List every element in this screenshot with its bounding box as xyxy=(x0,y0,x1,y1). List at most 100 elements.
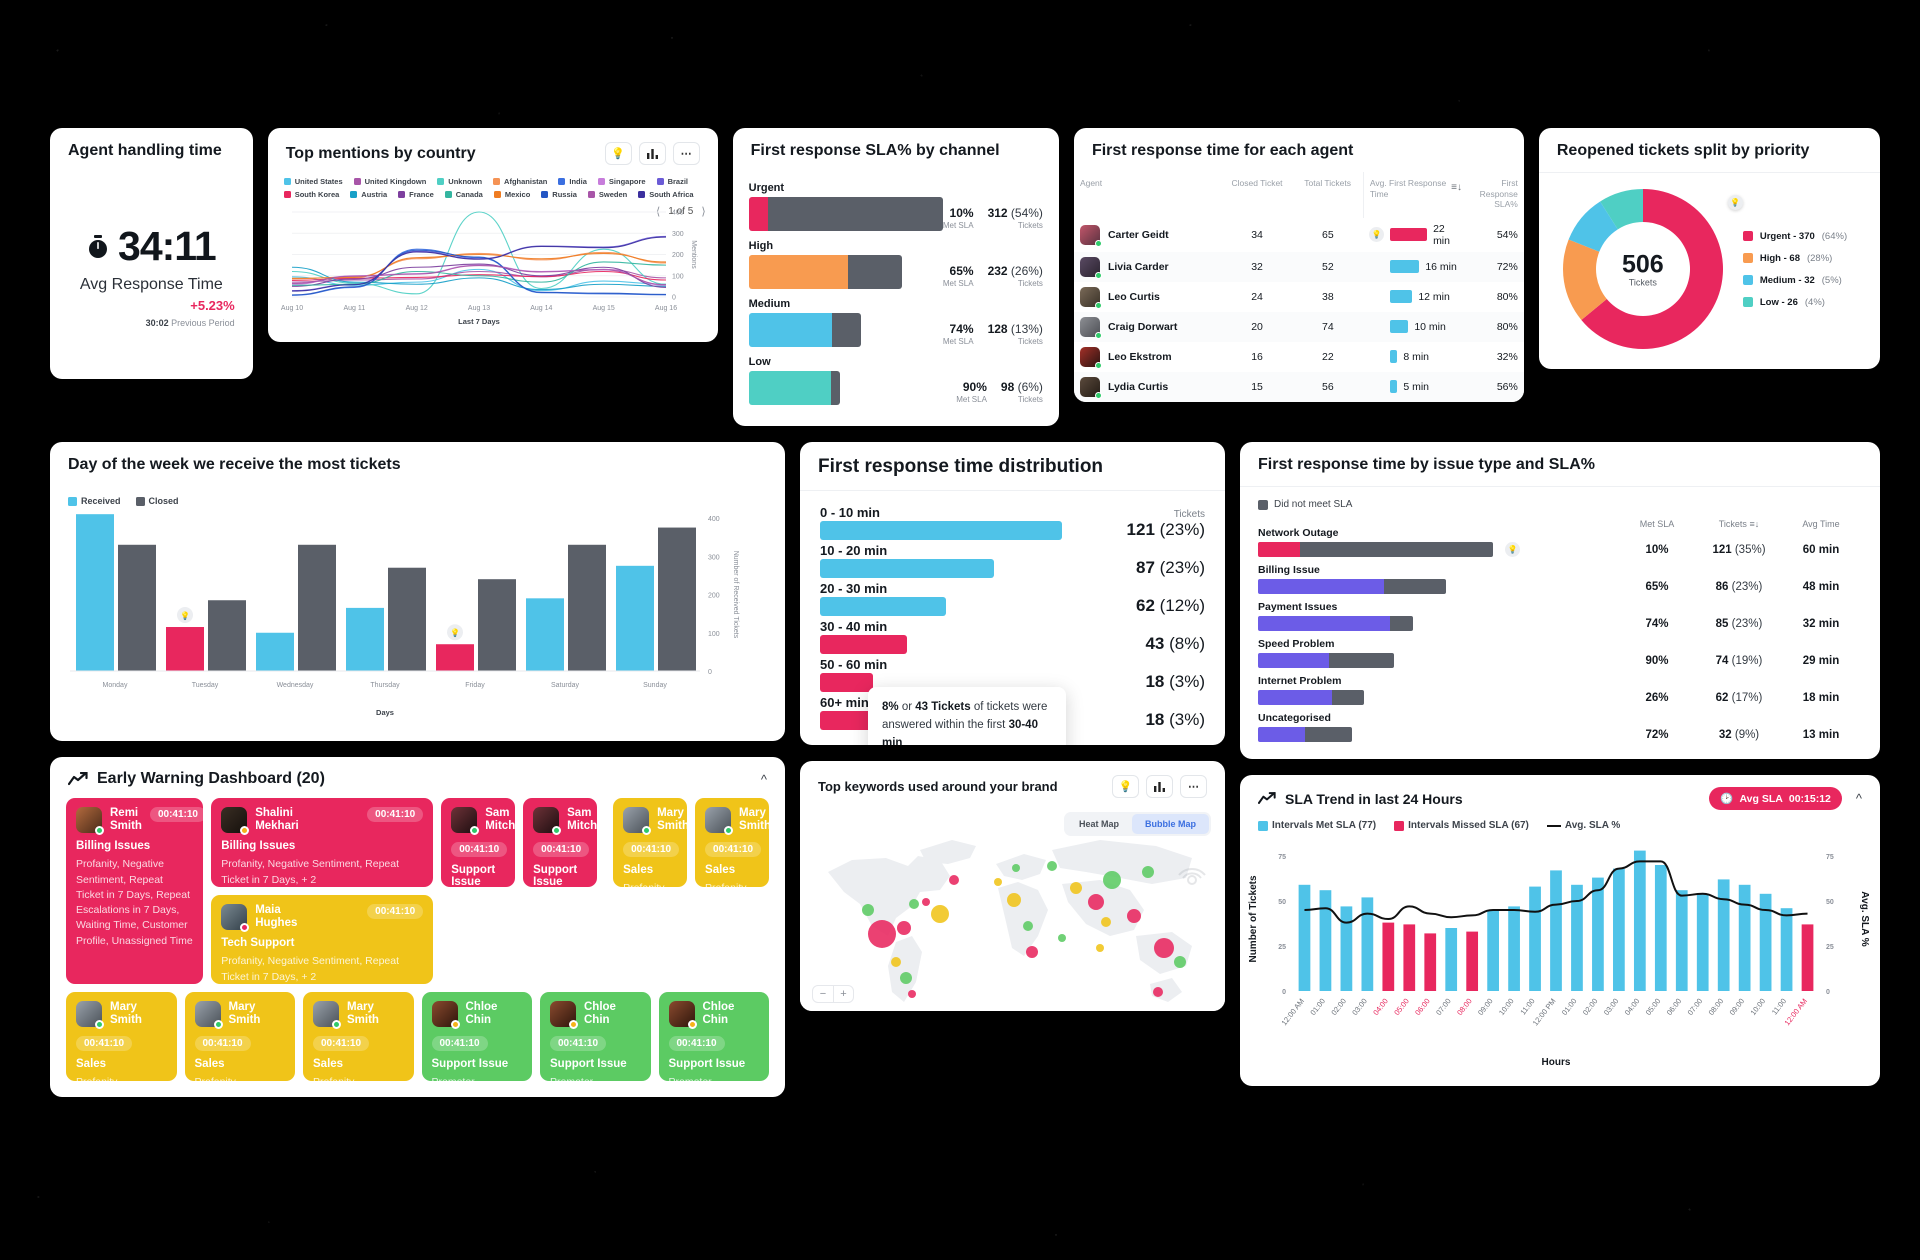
sla-percent-cell: 80% xyxy=(1468,311,1524,342)
card-header: First response time by issue type and SL… xyxy=(1240,442,1880,487)
legend-item[interactable]: Urgent - 370 (64%) xyxy=(1742,231,1847,242)
legend-row: United States United Kingdown Unknown Afgha… xyxy=(283,177,702,199)
sla-channel-row: Urgent 10% Met SLA 312 (54%) Tickets xyxy=(748,182,1043,231)
svg-text:0: 0 xyxy=(672,295,676,302)
more-icon[interactable]: ⋯ xyxy=(672,142,700,165)
legend-item[interactable]: Russia xyxy=(541,190,577,199)
svg-text:05:00: 05:00 xyxy=(1644,997,1663,1017)
lightbulb-icon[interactable]: 💡 xyxy=(1112,775,1139,798)
world-bubble-map[interactable] xyxy=(800,806,1225,1011)
elapsed-time: 00:41:10 xyxy=(194,1036,251,1052)
lightbulb-icon[interactable]: 💡 xyxy=(1505,542,1520,557)
early-warning-item[interactable]: MarySmith 00:41:10 Sales Profanity xyxy=(695,798,769,887)
map-zoom-controls[interactable]: − + xyxy=(812,985,854,1003)
legend-swatch xyxy=(541,191,549,198)
svg-text:10:00: 10:00 xyxy=(1497,997,1516,1017)
legend-label: India xyxy=(569,177,587,186)
early-warning-item[interactable]: ChloeChin 00:41:10 Support Issue Promote… xyxy=(658,992,769,1081)
sla-percent-cell: 54% xyxy=(1496,228,1518,241)
bar-chart-icon[interactable] xyxy=(638,142,666,165)
chevron-up-icon[interactable]: ^ xyxy=(761,772,767,787)
more-icon[interactable]: ⋯ xyxy=(1180,775,1207,798)
bar-chart-icon[interactable] xyxy=(1146,775,1173,798)
legend-swatch xyxy=(656,178,664,185)
early-warning-item[interactable]: MarySmith 00:41:10 Sales Profanity xyxy=(613,798,688,887)
avatar xyxy=(76,1001,104,1029)
table-row[interactable]: Carter Geidt 34 65 💡 22 min 54% xyxy=(1074,218,1524,252)
sort-icon[interactable]: ≡↓ xyxy=(1451,182,1462,195)
early-warning-item[interactable]: SamMitchell 00:41:10 Support Issue Promo… xyxy=(523,798,598,887)
legend-item[interactable]: United States xyxy=(283,177,343,186)
col-avg-first-response-time[interactable]: Avg. First Response Time ≡↓ xyxy=(1362,172,1469,218)
col-agent[interactable]: Agent xyxy=(1074,172,1222,218)
table-row[interactable]: Leo Ekstrom 16 22 8 min 32% xyxy=(1074,342,1524,372)
legend-item[interactable]: France xyxy=(398,190,434,199)
table-row[interactable]: Leo Curtis 24 38 12 min 80% xyxy=(1074,282,1524,312)
legend-item[interactable]: Canada xyxy=(444,190,483,199)
legend-item[interactable]: Unknown xyxy=(437,177,482,186)
closed-ticket-cell: 15 xyxy=(1221,371,1293,402)
customer-name: SamMitchell xyxy=(485,807,516,833)
sla-channel-list: Urgent 10% Met SLA 312 (54%) Tickets Hig… xyxy=(733,172,1059,426)
map-type-toggle[interactable]: Heat Map Bubble Map xyxy=(1063,812,1211,836)
avatar xyxy=(431,1001,460,1029)
distribution-row: 10 - 20 min 87 (23%) xyxy=(820,543,1205,578)
legend-item-received: Received xyxy=(68,496,121,506)
legend-item[interactable]: South Africa xyxy=(638,190,694,199)
card-title: First response time by issue type and SL… xyxy=(1258,456,1595,473)
sla-stacked-bar xyxy=(748,255,903,289)
col-first-response-sla[interactable]: First Response SLA% xyxy=(1468,172,1524,218)
legend-item[interactable]: High - 68 (28%) xyxy=(1742,253,1847,264)
early-warning-item[interactable]: ChloeChin 00:41:10 Support Issue Promote… xyxy=(540,992,651,1081)
customer-name: Chloe Chin xyxy=(584,1001,616,1027)
col-total-tickets[interactable]: Total Tickets xyxy=(1292,172,1363,218)
chevron-up-icon[interactable]: ^ xyxy=(1856,791,1862,806)
legend-item[interactable]: United Kingdown xyxy=(353,177,426,186)
legend-item[interactable]: Low - 26 (4%) xyxy=(1742,297,1847,308)
legend-item[interactable]: Medium - 32 (5%) xyxy=(1742,275,1847,286)
legend-item[interactable]: Afghanistan xyxy=(493,177,547,186)
agent-cell: Livia Carder xyxy=(1073,251,1222,282)
lightbulb-icon[interactable]: 💡 xyxy=(1727,195,1743,210)
warning-reasons: Profanity xyxy=(195,1075,286,1081)
early-warning-item[interactable]: Maia Hughes 00:41:10 Tech Support Profani… xyxy=(211,895,434,984)
legend-item[interactable]: Sweden xyxy=(587,190,627,199)
early-warning-item[interactable]: SamMitchell 00:41:10 Support Issue Promo… xyxy=(441,798,516,887)
table-row[interactable]: Craig Dorwart 20 74 10 min 80% xyxy=(1073,311,1524,342)
tickets-label: Tickets xyxy=(1017,395,1043,404)
early-warning-item[interactable]: MarySmith 00:41:10 Sales Profanity xyxy=(66,992,177,1081)
legend-label: Intervals Missed SLA (67) xyxy=(1408,820,1529,831)
early-warning-item[interactable]: ChloeChin 00:41:10 Support Issue Promote… xyxy=(421,992,532,1081)
bubble-map-option[interactable]: Bubble Map xyxy=(1132,814,1209,834)
legend-item[interactable]: India xyxy=(558,177,587,186)
early-warning-item-primary[interactable]: Remi Smith 00:41:10 Billing Issues Profan… xyxy=(66,798,204,984)
met-sla-segment xyxy=(1258,727,1305,742)
early-warning-item[interactable]: Shalini Mekhari 00:41:10 Billing Issues P… xyxy=(211,798,434,887)
heat-map-option[interactable]: Heat Map xyxy=(1066,814,1132,834)
zoom-in-button[interactable]: + xyxy=(833,986,853,1002)
early-warning-item[interactable]: MarySmith 00:41:10 Sales Profanity xyxy=(303,992,414,1081)
legend-item[interactable]: Mexico xyxy=(493,190,530,199)
lightbulb-icon[interactable]: 💡 xyxy=(1369,227,1385,243)
svg-text:100: 100 xyxy=(708,631,720,638)
lightbulb-icon[interactable]: 💡 xyxy=(604,142,632,165)
early-warning-item[interactable]: MarySmith 00:41:10 Sales Profanity xyxy=(184,992,295,1081)
chart-legend: Received Closed xyxy=(50,486,785,506)
legend-item[interactable]: Brazil xyxy=(656,177,688,186)
status-dot xyxy=(95,826,104,835)
total-tickets-cell: 56 xyxy=(1292,371,1364,402)
map-body[interactable]: Heat Map Bubble Map − + xyxy=(800,806,1225,1011)
issue-type-row: Speed Problem 90% 74 (19%) 29 min xyxy=(1258,638,1862,668)
table-row[interactable]: Livia Carder 32 52 16 min 72% xyxy=(1073,251,1524,282)
table-body: Carter Geidt 34 65 💡 22 min 54% Livia Ca… xyxy=(1073,218,1524,402)
col-closed-ticket[interactable]: Closed Ticket xyxy=(1222,172,1293,218)
response-time-value: 8 min xyxy=(1403,350,1430,363)
zoom-out-button[interactable]: − xyxy=(813,986,833,1002)
legend-item[interactable]: Singapore xyxy=(597,177,646,186)
dashboard-root: Agent handling time 34:11 Avg Response T… xyxy=(50,128,1880,1097)
kpi-main: 34:11 xyxy=(87,223,217,270)
table-row[interactable]: Lydia Curtis 15 56 5 min 56% xyxy=(1073,371,1524,402)
legend-item[interactable]: Austria xyxy=(350,190,387,199)
card-title: Reopened tickets split by priority xyxy=(1556,142,1810,159)
legend-item[interactable]: South Korea xyxy=(283,190,339,199)
